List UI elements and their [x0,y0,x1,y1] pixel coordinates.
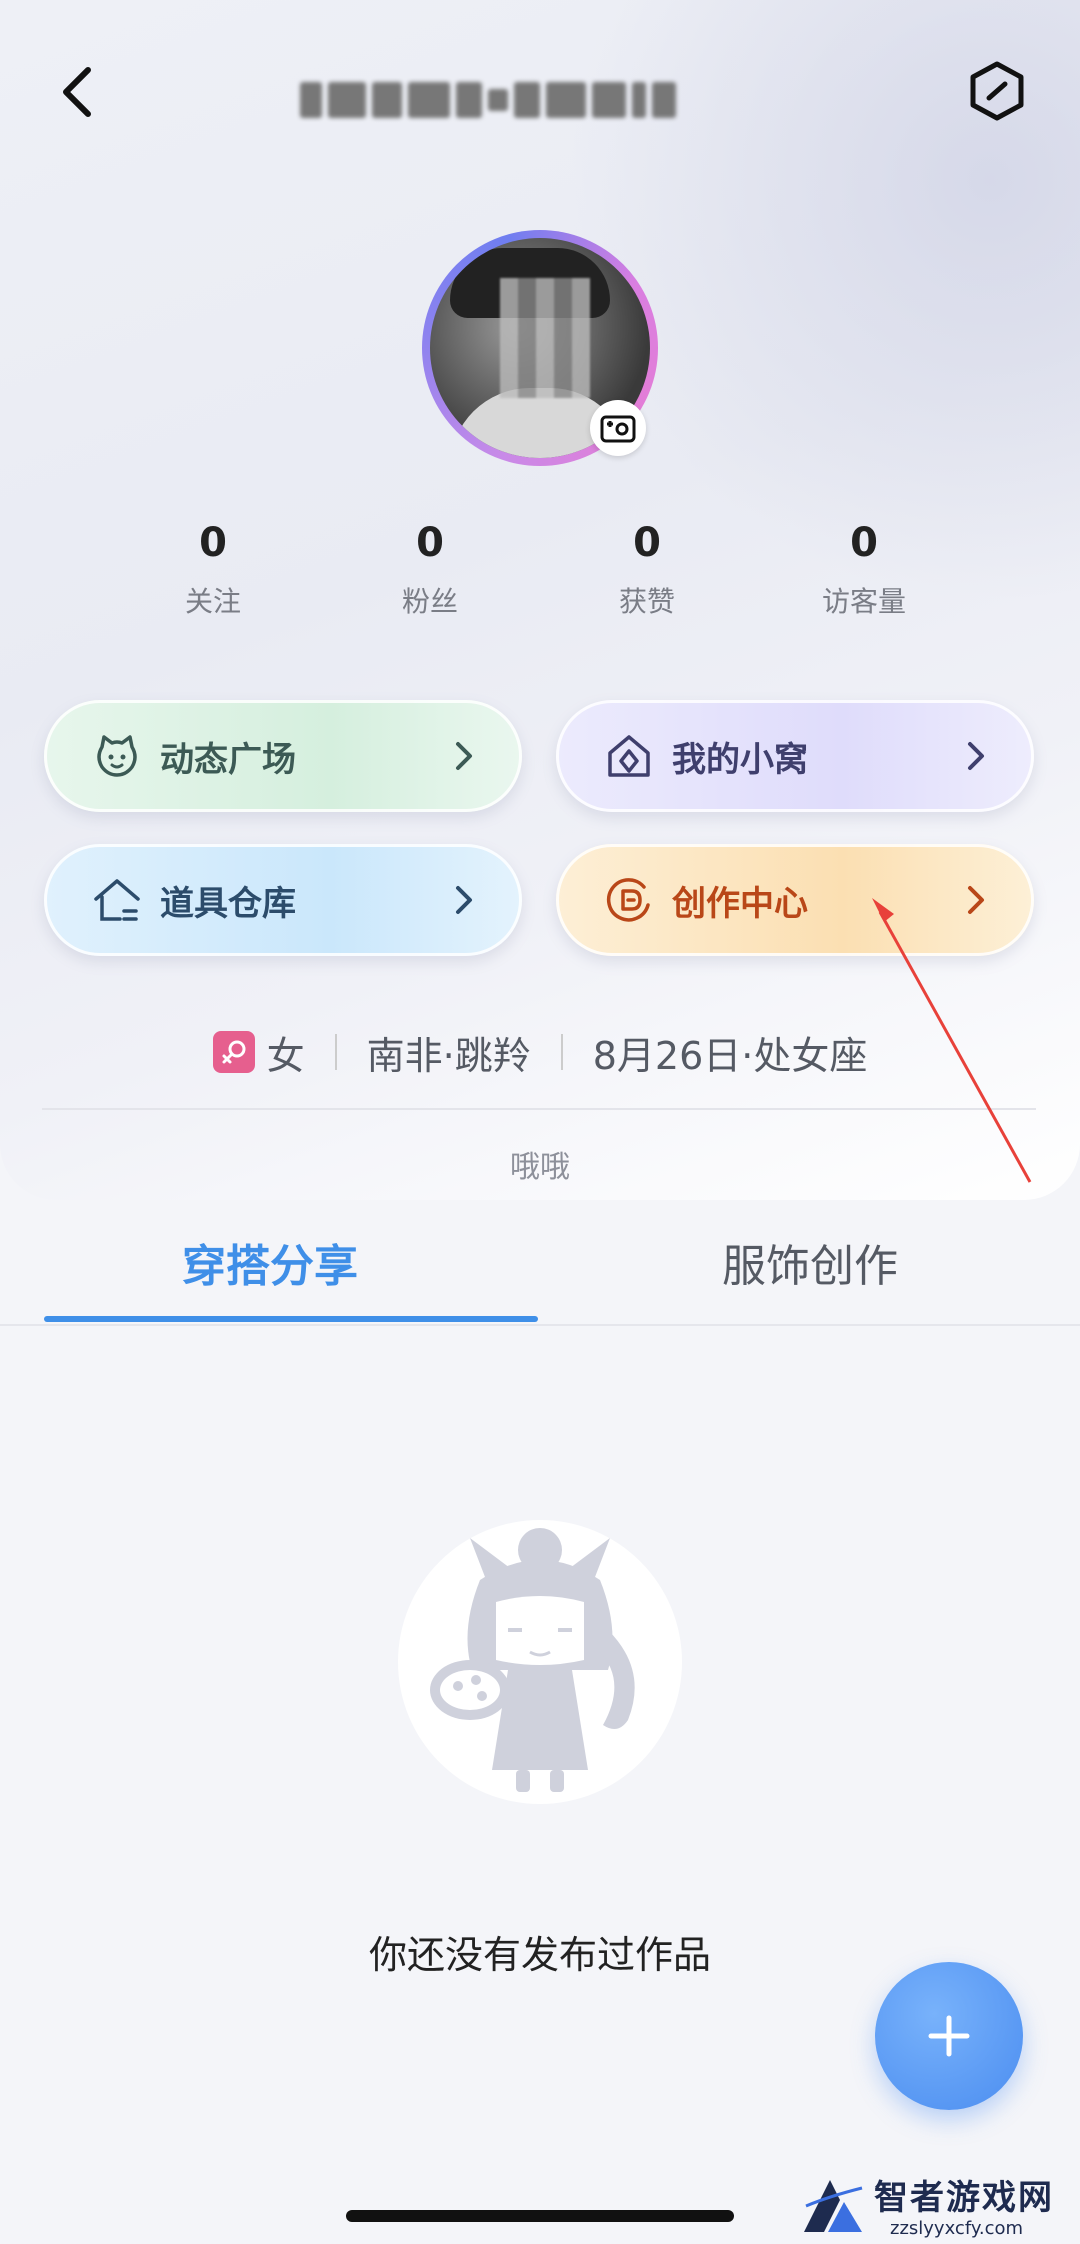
menu-creation-center[interactable]: 创作中心 [556,844,1034,956]
watermark-title: 智者游戏网 [874,2178,1054,2218]
site-logo-icon [804,2180,863,2232]
stat-visitors[interactable]: 0 访客量 [764,520,964,620]
stat-value: 0 [850,520,878,566]
chevron-right-icon [456,742,472,770]
stat-value: 0 [633,520,661,566]
top-bar [0,40,1080,150]
menu-dynamic-plaza[interactable]: 动态广场 [44,700,522,812]
stat-label: 粉丝 [401,585,458,618]
plus-icon [928,2015,970,2057]
hexagon-settings-icon [970,61,1024,121]
menu-label: 创作中心 [672,883,808,924]
divider [334,1034,337,1070]
region-text: 南非·跳羚 [366,1033,531,1078]
bio-text[interactable]: 哦哦 [0,1142,1080,1186]
active-tab-indicator [44,1316,538,1322]
female-icon [212,1031,255,1073]
chevron-right-icon [968,742,984,770]
stat-value: 0 [416,520,444,566]
stat-following[interactable]: 0 关注 [113,520,313,620]
watermark: 智者游戏网 zzslyyxcfy.com [800,2170,1080,2244]
watermark-url: zzslyyxcfy.com [890,2218,1024,2239]
section-divider [42,1108,1036,1110]
profile-info-row: 女 南非·跳羚 8月26日·处女座 [0,1020,1080,1084]
menu-label: 我的小窝 [672,739,808,780]
stat-label: 访客量 [821,585,906,618]
camera-icon [600,415,636,443]
empty-state-illustration [398,1520,682,1804]
chevron-right-icon [456,886,472,914]
stat-label: 关注 [184,585,241,618]
warehouse-icon [94,879,140,921]
menu-label: 动态广场 [160,739,296,780]
stat-value: 0 [199,520,227,566]
chevron-right-icon [968,886,984,914]
content-tabs: 穿搭分享 服饰创作 [0,1200,1080,1326]
menu-item-warehouse[interactable]: 道具仓库 [44,844,522,956]
chevron-left-icon [63,67,91,117]
home-indicator[interactable] [346,2210,734,2222]
stats-row: 0 关注 0 粉丝 0 获赞 0 访客量 [0,520,1080,630]
tab-outfit-share[interactable]: 穿搭分享 [0,1230,540,1294]
menu-label: 道具仓库 [160,883,296,924]
gender-text: 女 [266,1033,305,1078]
home-diamond-icon [608,735,650,777]
stat-likes[interactable]: 0 获赞 [547,520,747,620]
stat-fans[interactable]: 0 粉丝 [330,520,530,620]
menu-my-nest[interactable]: 我的小窝 [556,700,1034,812]
create-center-icon [606,878,650,922]
settings-button[interactable] [966,60,1028,122]
cat-face-icon [97,735,137,777]
back-button[interactable] [50,62,110,122]
divider [560,1034,563,1070]
birthday-text: 8月26日·处女座 [592,1033,868,1078]
change-avatar-button[interactable] [590,400,646,456]
create-post-button[interactable] [875,1962,1023,2110]
tab-clothing-creation[interactable]: 服饰创作 [540,1230,1080,1294]
stat-label: 获赞 [618,585,675,618]
